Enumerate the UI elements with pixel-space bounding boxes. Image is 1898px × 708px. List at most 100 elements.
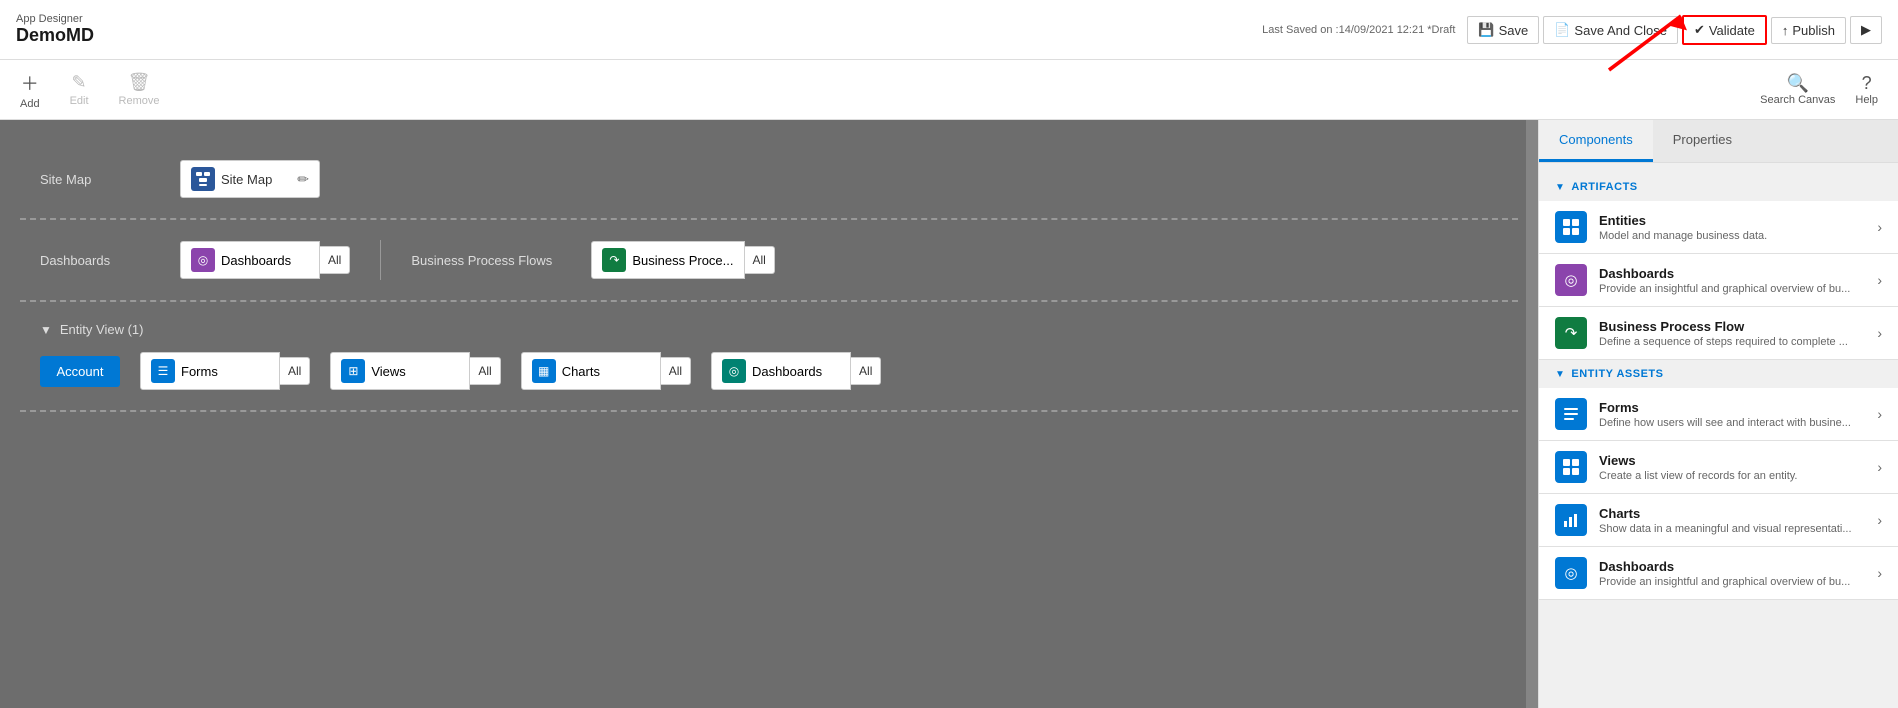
entity-view-header: ▼ Entity View (1) xyxy=(40,322,1498,337)
canvas-area[interactable]: Site Map Site Map ✏ Dashboards xyxy=(0,120,1538,708)
validate-icon: ✔ xyxy=(1694,22,1705,38)
scrollbar[interactable] xyxy=(1526,120,1538,708)
edit-sitemap-icon[interactable]: ✏ xyxy=(297,171,309,188)
remove-action[interactable]: 🗑 Remove xyxy=(119,72,160,107)
entity-dashboards-component-group: ◎ Dashboards All xyxy=(711,352,881,390)
dashboards-box[interactable]: ◎ Dashboards xyxy=(180,241,320,279)
entities-text: Entities Model and manage business data. xyxy=(1599,213,1865,242)
forms-panel-text: Forms Define how users will see and inte… xyxy=(1599,400,1865,429)
play-icon: ▶ xyxy=(1861,22,1871,38)
entities-icon xyxy=(1555,211,1587,243)
charts-all-button[interactable]: All xyxy=(661,357,691,385)
search-canvas-button[interactable]: 🔍 Search Canvas xyxy=(1760,73,1835,106)
bpf-chevron-icon: › xyxy=(1877,325,1882,341)
tab-properties[interactable]: Properties xyxy=(1653,120,1752,162)
panel-content: ▼ ARTIFACTS Entities Model and manage bu… xyxy=(1539,163,1898,610)
charts-box[interactable]: ▦ Charts xyxy=(521,352,661,390)
forms-icon: ☰ xyxy=(151,359,175,383)
save-close-icon: 📄 xyxy=(1554,22,1570,38)
views-component-group: ⊞ Views All xyxy=(330,352,500,390)
bpf-all-button[interactable]: All xyxy=(745,246,775,274)
entity-dashboards-all-button[interactable]: All xyxy=(851,357,881,385)
bpf-text: Business Process Flow Define a sequence … xyxy=(1599,319,1865,348)
publish-button[interactable]: ↑ Publish xyxy=(1771,17,1846,44)
main-layout: Site Map Site Map ✏ Dashboards xyxy=(0,120,1898,708)
validate-button[interactable]: ✔ Validate xyxy=(1682,15,1767,45)
views-all-button[interactable]: All xyxy=(470,357,500,385)
edit-action[interactable]: ✎ Edit xyxy=(70,72,89,107)
entity-dashboards-item[interactable]: ◎ Dashboards Provide an insightful and g… xyxy=(1539,547,1898,600)
views-panel-desc: Create a list view of records for an ent… xyxy=(1599,470,1865,482)
tab-components[interactable]: Components xyxy=(1539,120,1653,162)
app-branding: App Designer DemoMD xyxy=(16,13,94,46)
last-saved-text: Last Saved on :14/09/2021 12:21 *Draft xyxy=(1262,24,1455,36)
forms-label: Forms xyxy=(181,364,218,379)
entities-item[interactable]: Entities Model and manage business data.… xyxy=(1539,201,1898,254)
forms-panel-icon xyxy=(1555,398,1587,430)
bpf-panel-desc: Define a sequence of steps required to c… xyxy=(1599,336,1865,348)
dashboards-chevron-icon: › xyxy=(1877,272,1882,288)
add-action[interactable]: ＋ Add xyxy=(20,70,40,110)
dashboards-section-label: Dashboards xyxy=(40,253,160,268)
views-label: Views xyxy=(371,364,405,379)
entity-dashboards-panel-title: Dashboards xyxy=(1599,559,1865,574)
bpf-box-label: Business Proce... xyxy=(632,253,733,268)
publish-icon: ↑ xyxy=(1782,23,1789,38)
charts-icon: ▦ xyxy=(532,359,556,383)
remove-icon: 🗑 xyxy=(128,72,151,93)
bpf-icon: ↷ xyxy=(602,248,626,272)
save-icon: 💾 xyxy=(1478,22,1494,38)
artifacts-header: ▼ ARTIFACTS xyxy=(1539,173,1898,201)
main-toolbar: ＋ Add ✎ Edit 🗑 Remove 🔍 Search Canvas ? … xyxy=(0,60,1898,120)
dashboards-panel-icon: ◎ xyxy=(1555,264,1587,296)
forms-chevron-icon: › xyxy=(1877,406,1882,422)
entity-view-row: Account ☰ Forms All xyxy=(40,352,1498,390)
entity-dashboards-box[interactable]: ◎ Dashboards xyxy=(711,352,851,390)
save-close-button[interactable]: 📄 Save And Close xyxy=(1543,16,1678,44)
play-button[interactable]: ▶ xyxy=(1850,16,1882,44)
dashboards-icon: ◎ xyxy=(191,248,215,272)
charts-label: Charts xyxy=(562,364,600,379)
help-button[interactable]: ? Help xyxy=(1855,73,1878,106)
charts-panel-title: Charts xyxy=(1599,506,1865,521)
bpf-item[interactable]: ↷ Business Process Flow Define a sequenc… xyxy=(1539,307,1898,360)
entities-title: Entities xyxy=(1599,213,1865,228)
bpf-label: Business Process Flows xyxy=(411,253,571,268)
sitemap-box[interactable]: Site Map ✏ xyxy=(180,160,320,198)
views-box[interactable]: ⊞ Views xyxy=(330,352,470,390)
account-button[interactable]: Account xyxy=(40,356,120,387)
charts-component-group: ▦ Charts All xyxy=(521,352,691,390)
sitemap-section: Site Map Site Map ✏ xyxy=(20,140,1518,220)
dashboards-text: Dashboards Provide an insightful and gra… xyxy=(1599,266,1865,295)
entity-dashboards-chevron-icon: › xyxy=(1877,565,1882,581)
entities-chevron-icon: › xyxy=(1877,219,1882,235)
forms-item[interactable]: Forms Define how users will see and inte… xyxy=(1539,388,1898,441)
save-button[interactable]: 💾 Save xyxy=(1467,16,1539,44)
views-panel-text: Views Create a list view of records for … xyxy=(1599,453,1865,482)
views-item[interactable]: Views Create a list view of records for … xyxy=(1539,441,1898,494)
search-icon: 🔍 xyxy=(1787,73,1809,94)
forms-box[interactable]: ☰ Forms xyxy=(140,352,280,390)
dashboards-component-group: ◎ Dashboards All xyxy=(180,241,350,279)
dashboards-item[interactable]: ◎ Dashboards Provide an insightful and g… xyxy=(1539,254,1898,307)
dashboards-bpf-section: Dashboards ◎ Dashboards All Business Pro… xyxy=(20,220,1518,302)
sitemap-section-label: Site Map xyxy=(40,172,160,187)
right-panel: Components Properties ▼ ARTIFACTS Entiti… xyxy=(1538,120,1898,708)
dashboards-panel-title: Dashboards xyxy=(1599,266,1865,281)
entity-dashboards-label: Dashboards xyxy=(752,364,822,379)
entity-assets-arrow-icon: ▼ xyxy=(1555,369,1565,380)
views-icon: ⊞ xyxy=(341,359,365,383)
sitemap-row: Site Map Site Map ✏ xyxy=(40,160,1498,198)
dashboards-all-button[interactable]: All xyxy=(320,246,350,274)
views-panel-icon xyxy=(1555,451,1587,483)
forms-all-button[interactable]: All xyxy=(280,357,310,385)
app-name: DemoMD xyxy=(16,25,94,46)
collapse-arrow-icon[interactable]: ▼ xyxy=(40,323,52,337)
forms-panel-desc: Define how users will see and interact w… xyxy=(1599,417,1865,429)
entities-desc: Model and manage business data. xyxy=(1599,230,1865,242)
charts-panel-icon xyxy=(1555,504,1587,536)
bpf-component-group: ↷ Business Proce... All xyxy=(591,241,775,279)
bpf-box[interactable]: ↷ Business Proce... xyxy=(591,241,744,279)
charts-item[interactable]: Charts Show data in a meaningful and vis… xyxy=(1539,494,1898,547)
panel-tabs: Components Properties xyxy=(1539,120,1898,163)
